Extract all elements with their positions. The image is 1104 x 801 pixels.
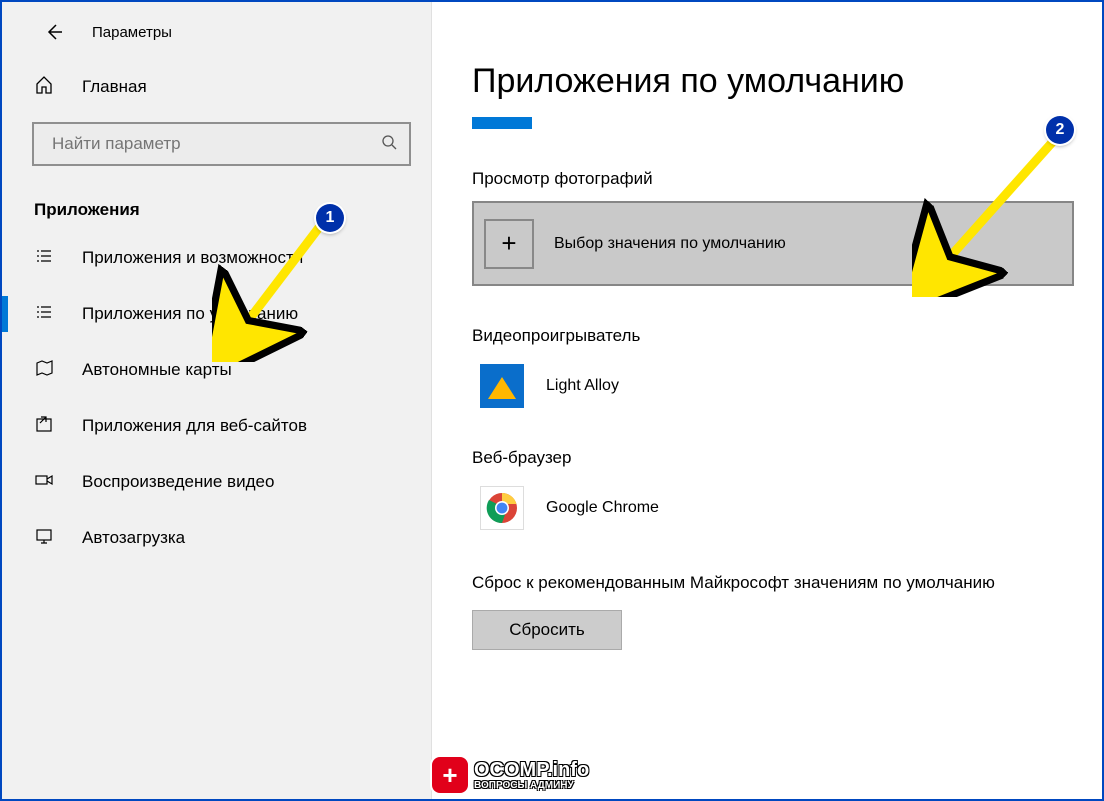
sidebar: Параметры Главная Приложения Приложен xyxy=(2,2,432,799)
sidebar-item-label: Приложения по умолчанию xyxy=(82,304,298,324)
settings-window: Параметры Главная Приложения Приложен xyxy=(0,0,1104,801)
sidebar-item-label: Автономные карты xyxy=(82,360,232,380)
sidebar-item-label: Автозагрузка xyxy=(82,528,185,548)
plus-icon: + xyxy=(484,219,534,269)
search-input[interactable] xyxy=(32,122,411,166)
chrome-icon xyxy=(480,486,524,530)
sidebar-item-apps-features[interactable]: Приложения и возможности xyxy=(2,230,431,286)
list-icon xyxy=(34,246,58,271)
sidebar-item-apps-websites[interactable]: Приложения для веб-сайтов xyxy=(2,398,431,454)
open-external-icon xyxy=(34,414,58,439)
accent-strip xyxy=(472,117,532,129)
map-icon xyxy=(34,358,58,383)
sidebar-item-video-playback[interactable]: Воспроизведение видео xyxy=(2,454,431,510)
app-label: Light Alloy xyxy=(546,377,619,395)
section-web-browser: Веб-браузер xyxy=(472,448,1074,468)
default-video-app[interactable]: Light Alloy xyxy=(472,358,1074,414)
sidebar-item-label: Приложения для веб-сайтов xyxy=(82,416,307,436)
main-content: Приложения по умолчанию Просмотр фотогра… xyxy=(432,2,1102,799)
home-label: Главная xyxy=(82,77,147,97)
search-icon xyxy=(379,134,399,155)
light-alloy-icon xyxy=(480,364,524,408)
video-icon xyxy=(34,470,58,495)
sidebar-item-offline-maps[interactable]: Автономные карты xyxy=(2,342,431,398)
chooser-label: Выбор значения по умолчанию xyxy=(554,235,786,253)
startup-icon xyxy=(34,526,58,551)
sidebar-item-label: Приложения и возможности xyxy=(82,248,303,268)
app-label: Google Chrome xyxy=(546,499,659,517)
section-photo-viewer: Просмотр фотографий xyxy=(472,169,1074,189)
search-field[interactable] xyxy=(50,133,379,155)
home-icon xyxy=(34,75,58,100)
window-title: Параметры xyxy=(92,24,172,41)
page-title: Приложения по умолчанию xyxy=(472,62,1074,101)
arrow-left-icon xyxy=(44,22,64,42)
back-button[interactable] xyxy=(34,12,74,52)
sidebar-group-title: Приложения xyxy=(2,176,431,230)
choose-default-photo-app[interactable]: + Выбор значения по умолчанию xyxy=(472,201,1074,286)
reset-button-label: Сбросить xyxy=(509,620,585,640)
section-video-player: Видеопроигрыватель xyxy=(472,326,1074,346)
sidebar-item-label: Воспроизведение видео xyxy=(82,472,274,492)
reset-description: Сброс к рекомендованным Майкрософт значе… xyxy=(472,570,1032,596)
default-browser-app[interactable]: Google Chrome xyxy=(472,480,1074,536)
sidebar-item-home[interactable]: Главная xyxy=(2,62,431,112)
sidebar-item-default-apps[interactable]: Приложения по умолчанию xyxy=(2,286,431,342)
reset-button[interactable]: Сбросить xyxy=(472,610,622,650)
sidebar-item-startup[interactable]: Автозагрузка xyxy=(2,510,431,566)
list-check-icon xyxy=(34,302,58,327)
